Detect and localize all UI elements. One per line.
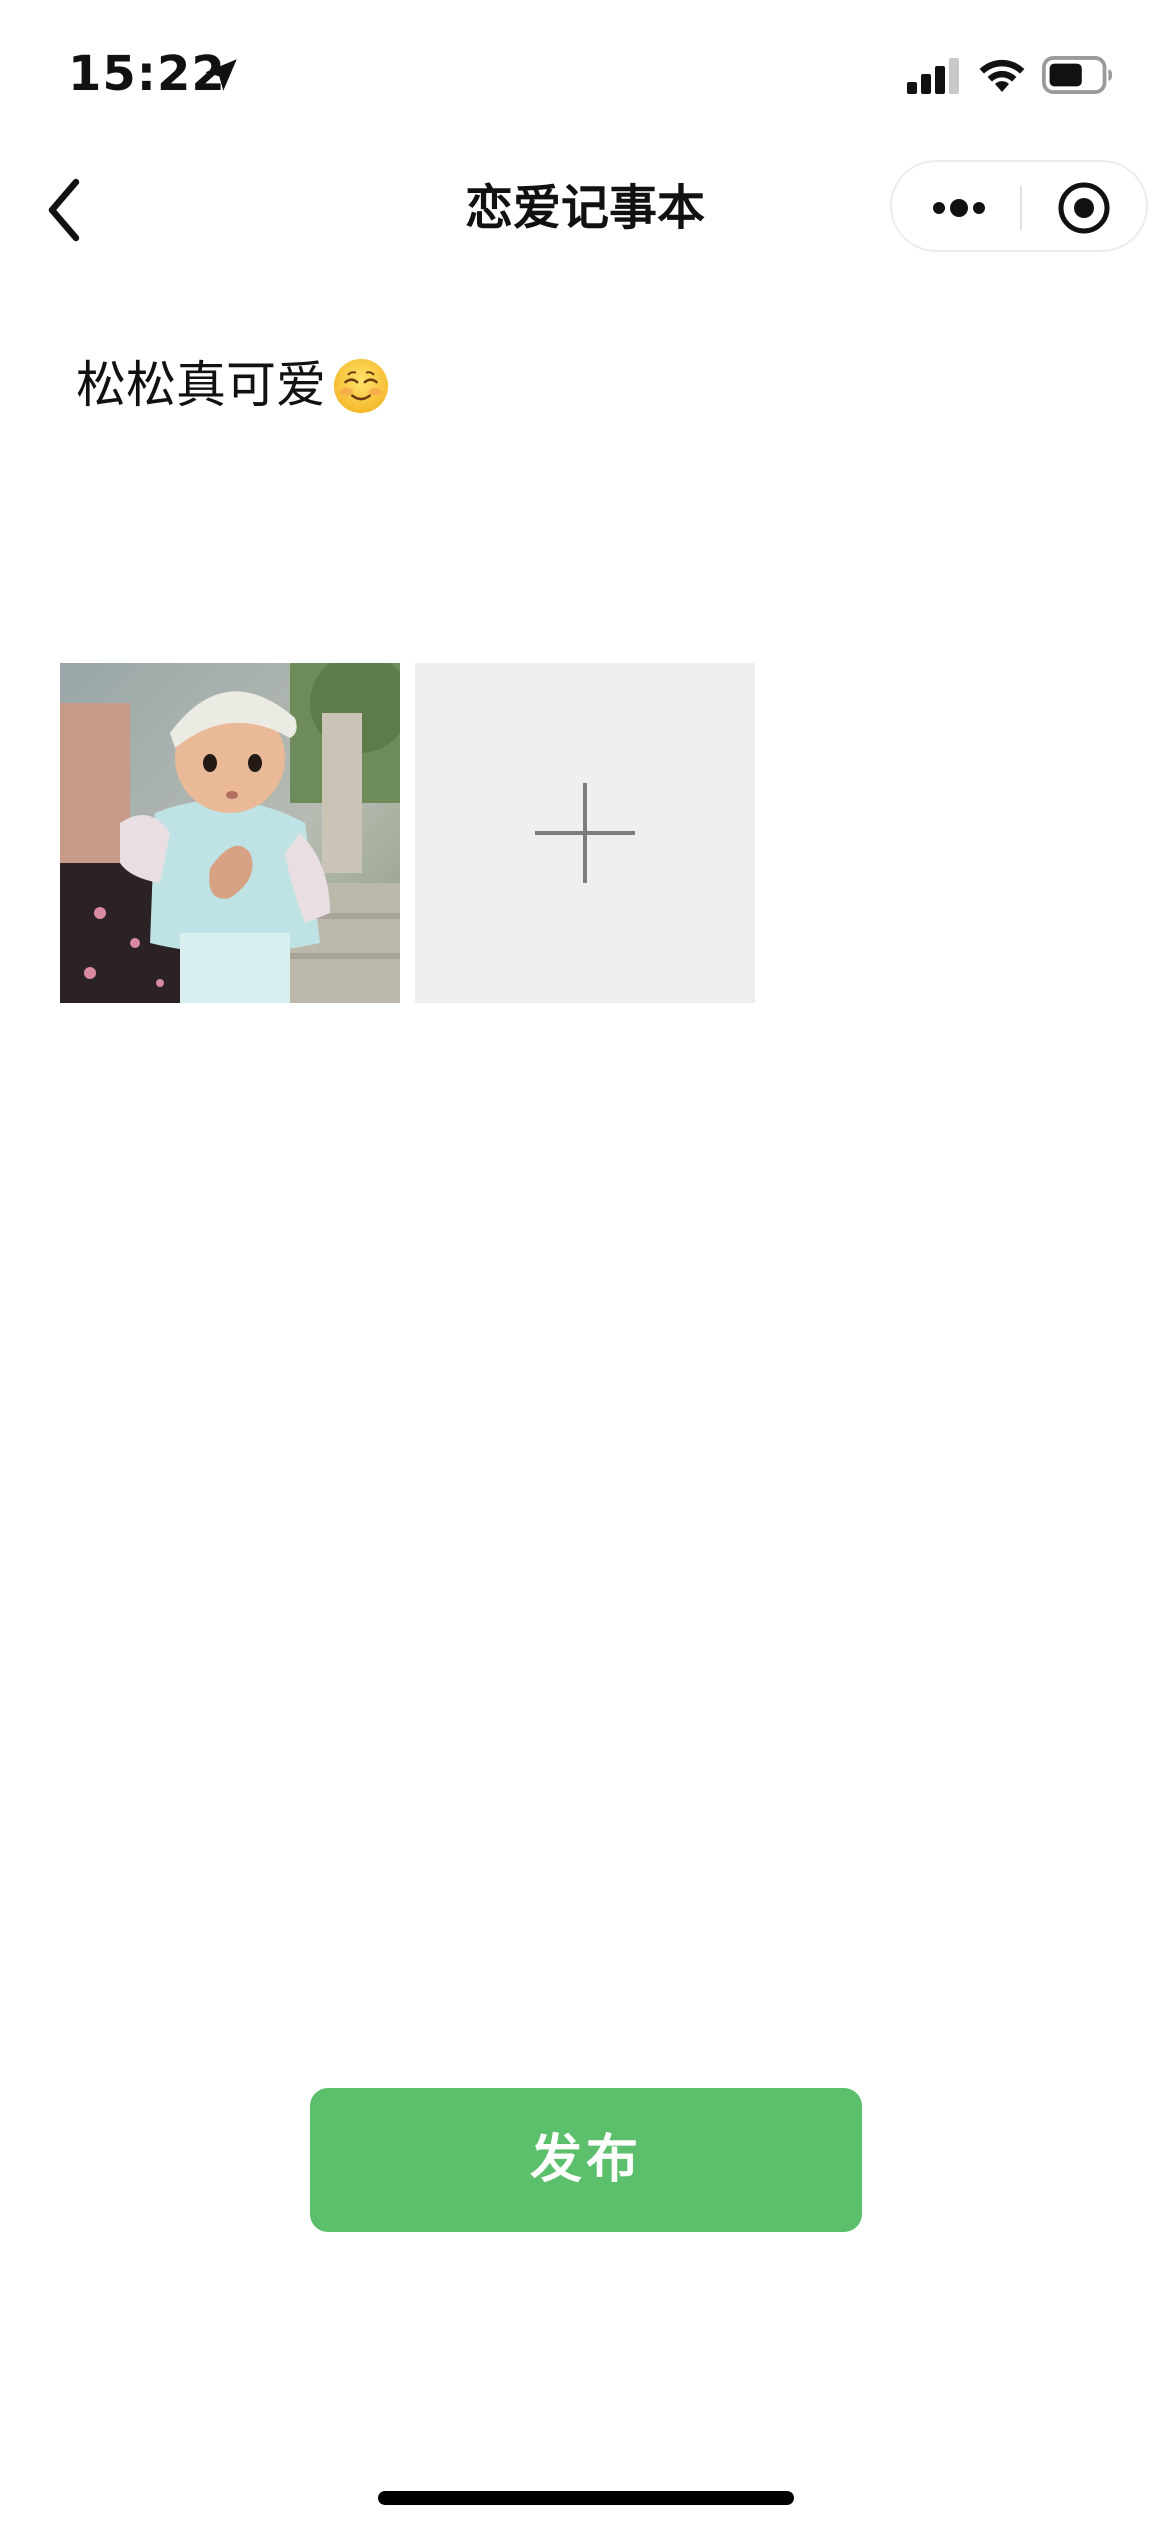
target-icon[interactable] — [1056, 180, 1112, 236]
post-text-content: 松松真可爱 — [76, 356, 326, 414]
smiling-face-icon — [333, 358, 389, 413]
more-icon[interactable] — [926, 186, 992, 230]
home-indicator — [378, 2491, 794, 2505]
publish-button[interactable]: 发布 — [310, 2088, 862, 2232]
photo-image — [60, 663, 400, 1003]
location-arrow-icon — [205, 59, 237, 91]
add-photo-button[interactable] — [415, 663, 755, 1003]
capsule-divider — [1020, 186, 1022, 230]
signal-icon — [907, 58, 959, 94]
plus-icon — [535, 783, 635, 883]
menu-capsule — [890, 160, 1148, 252]
photo-thumbnail[interactable] — [60, 663, 400, 1003]
battery-icon — [1042, 56, 1113, 94]
status-bar: 15:22 — [0, 0, 1170, 150]
wifi-icon — [979, 59, 1025, 92]
post-text[interactable]: 松松真可爱 — [76, 350, 390, 420]
